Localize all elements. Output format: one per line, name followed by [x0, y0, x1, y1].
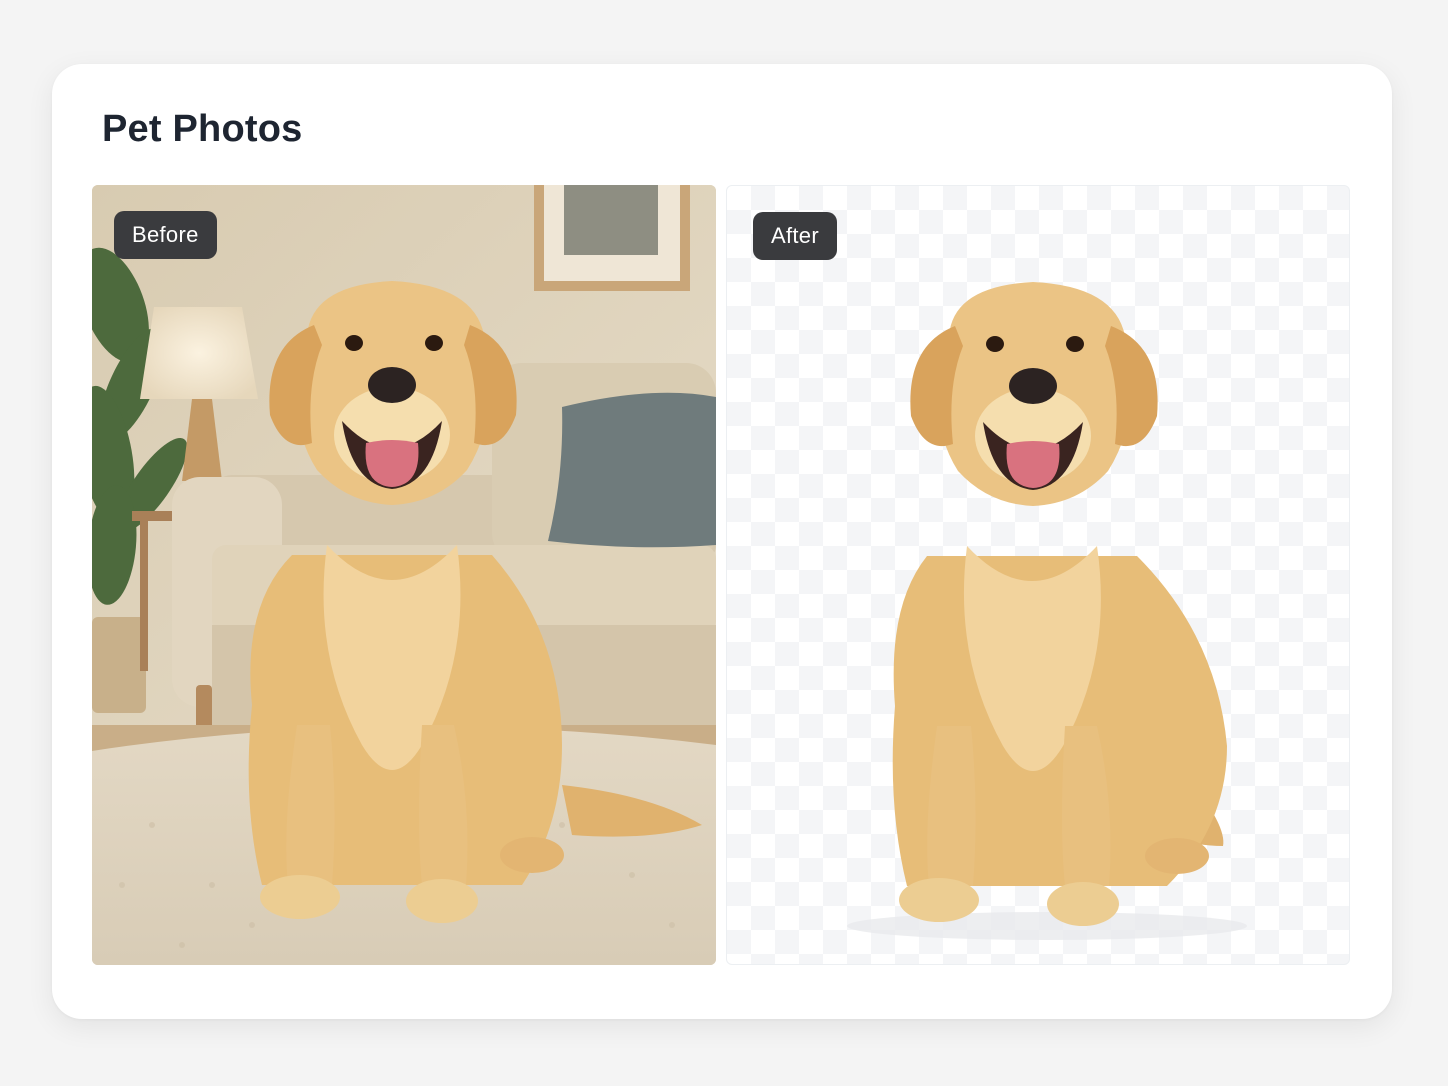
pet-photos-card: Pet Photos Before After: [52, 64, 1392, 1019]
after-photo: [847, 282, 1247, 940]
after-badge: After: [753, 212, 837, 260]
before-photo: [92, 185, 716, 965]
before-image-panel[interactable]: Before: [92, 185, 716, 965]
page-title: Pet Photos: [102, 108, 303, 150]
before-badge: Before: [114, 211, 217, 259]
after-image-panel[interactable]: After: [726, 185, 1350, 965]
